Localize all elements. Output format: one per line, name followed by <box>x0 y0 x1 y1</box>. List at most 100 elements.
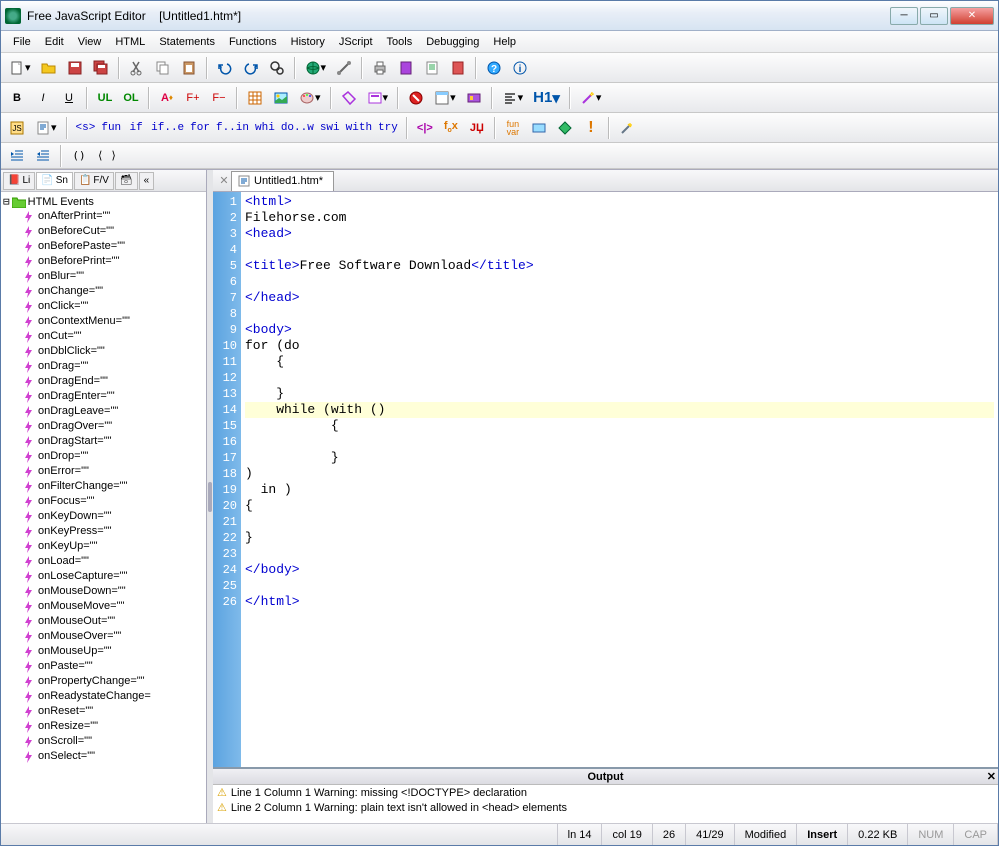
keyword-fin-button[interactable]: f..in <box>213 116 252 140</box>
paren-match-button[interactable]: () <box>67 144 91 168</box>
keyword-s-button[interactable]: <s> <box>73 116 99 140</box>
sidebar-tab-more[interactable]: « <box>139 172 155 190</box>
image-button[interactable] <box>269 86 293 110</box>
info-button[interactable]: i <box>508 56 532 80</box>
ol-button[interactable]: OL <box>119 86 143 110</box>
tree-item[interactable]: onMouseDown="" <box>3 584 204 599</box>
keyword-ife-button[interactable]: if..e <box>148 116 187 140</box>
warning-button[interactable]: ! <box>579 116 603 140</box>
keyword-for-button[interactable]: for <box>187 116 213 140</box>
print-button[interactable] <box>368 56 392 80</box>
tree-item[interactable]: onMouseMove="" <box>3 599 204 614</box>
help-button[interactable]: ? <box>482 56 506 80</box>
save-all-button[interactable] <box>89 56 113 80</box>
menu-statements[interactable]: Statements <box>153 34 221 50</box>
tree-item[interactable]: onDrag="" <box>3 359 204 374</box>
tree-item[interactable]: onResize="" <box>3 719 204 734</box>
tree-item[interactable]: onDblClick="" <box>3 344 204 359</box>
menu-html[interactable]: HTML <box>109 34 151 50</box>
align-button[interactable]: ▾ <box>498 86 528 110</box>
variable-button[interactable] <box>527 116 551 140</box>
keyword-with-button[interactable]: with <box>343 116 375 140</box>
keyword-fun-button[interactable]: fun <box>98 116 124 140</box>
maximize-button[interactable]: ▭ <box>920 7 948 25</box>
tree-item[interactable]: onBeforeCut="" <box>3 224 204 239</box>
paste-button[interactable] <box>177 56 201 80</box>
menu-jscript[interactable]: JScript <box>333 34 379 50</box>
menu-tools[interactable]: Tools <box>381 34 419 50</box>
sidebar-tab-li[interactable]: 📕Li <box>3 172 35 190</box>
sidebar-tab-fv[interactable]: 📋F/V <box>74 172 114 190</box>
tree-item[interactable]: onScroll="" <box>3 734 204 749</box>
fun-var-button[interactable]: funvar <box>501 116 525 140</box>
tree-item[interactable]: onDragStart="" <box>3 434 204 449</box>
stop-button[interactable] <box>404 86 428 110</box>
undo-button[interactable] <box>213 56 237 80</box>
save-button[interactable] <box>63 56 87 80</box>
font-increase-button[interactable]: F+ <box>181 86 205 110</box>
menu-functions[interactable]: Functions <box>223 34 283 50</box>
redo-button[interactable] <box>239 56 263 80</box>
tree-item[interactable]: onFilterChange="" <box>3 479 204 494</box>
doc-write-button[interactable]: ▾ <box>31 116 61 140</box>
tree-item[interactable]: onChange="" <box>3 284 204 299</box>
palette-button[interactable]: ▾ <box>295 86 325 110</box>
indent-button[interactable] <box>5 144 29 168</box>
tree-item[interactable]: onReadystateChange= <box>3 689 204 704</box>
menu-history[interactable]: History <box>285 34 331 50</box>
outdent-button[interactable] <box>31 144 55 168</box>
magic-wand-button[interactable] <box>615 116 639 140</box>
font-color-button[interactable]: A♦ <box>155 86 179 110</box>
tree-item[interactable]: onDragEnd="" <box>3 374 204 389</box>
tree-item[interactable]: onPaste="" <box>3 659 204 674</box>
code-editor[interactable]: 1234567891011121314151617181920212223242… <box>213 192 998 767</box>
tree-item[interactable]: onPropertyChange="" <box>3 674 204 689</box>
event-tree[interactable]: ⊟ HTML Events onAfterPrint=""onBeforeCut… <box>1 192 206 823</box>
tree-item[interactable]: onKeyDown="" <box>3 509 204 524</box>
menu-view[interactable]: View <box>72 34 108 50</box>
tree-item[interactable]: onFocus="" <box>3 494 204 509</box>
tree-item[interactable]: onLoseCapture="" <box>3 569 204 584</box>
tree-item[interactable]: onKeyPress="" <box>3 524 204 539</box>
tree-item[interactable]: onMouseOver="" <box>3 629 204 644</box>
menu-help[interactable]: Help <box>487 34 522 50</box>
tree-item[interactable]: onBlur="" <box>3 269 204 284</box>
tree-item[interactable]: onDrop="" <box>3 449 204 464</box>
book2-button[interactable] <box>446 56 470 80</box>
bold-button[interactable]: B <box>5 86 29 110</box>
tab-close-left-icon[interactable]: ✕ <box>217 174 231 188</box>
browser-preview-button[interactable]: ▾ <box>301 56 331 80</box>
tree-item[interactable]: onClick="" <box>3 299 204 314</box>
sidebar-tab-sn[interactable]: 📄Sn <box>36 172 73 190</box>
component-button[interactable] <box>462 86 486 110</box>
tree-item[interactable]: onBeforePrint="" <box>3 254 204 269</box>
jerror-button[interactable]: JЏ <box>465 116 489 140</box>
cut-button[interactable] <box>125 56 149 80</box>
page-button[interactable] <box>420 56 444 80</box>
code-body[interactable]: <html>Filehorse.com<head> <title>Free So… <box>241 192 998 767</box>
tree-root[interactable]: ⊟ HTML Events <box>3 194 204 209</box>
keyword-if-button[interactable]: if <box>124 116 148 140</box>
menu-file[interactable]: File <box>7 34 37 50</box>
editor-tab[interactable]: Untitled1.htm* <box>231 171 334 191</box>
form-button[interactable]: ▾ <box>363 86 393 110</box>
minimize-button[interactable]: ─ <box>890 7 918 25</box>
new-file-button[interactable]: ▾ <box>5 56 35 80</box>
tree-item[interactable]: onDragOver="" <box>3 419 204 434</box>
ul-button[interactable]: UL <box>93 86 117 110</box>
script-tag-button[interactable]: JS <box>5 116 29 140</box>
open-file-button[interactable] <box>37 56 61 80</box>
keyword-dow-button[interactable]: do..w <box>278 116 317 140</box>
wand-button[interactable]: ▾ <box>576 86 606 110</box>
book-button[interactable] <box>394 56 418 80</box>
eval-button[interactable]: <|> <box>413 116 437 140</box>
underline-button[interactable]: U <box>57 86 81 110</box>
tree-item[interactable]: onSelect="" <box>3 749 204 764</box>
diamond-button[interactable] <box>553 116 577 140</box>
tools-button[interactable] <box>332 56 356 80</box>
tree-item[interactable]: onDragEnter="" <box>3 389 204 404</box>
layout-button[interactable]: ▾ <box>430 86 460 110</box>
tree-item[interactable]: onCut="" <box>3 329 204 344</box>
find-button[interactable] <box>265 56 289 80</box>
fox-button[interactable]: fox <box>439 116 463 140</box>
